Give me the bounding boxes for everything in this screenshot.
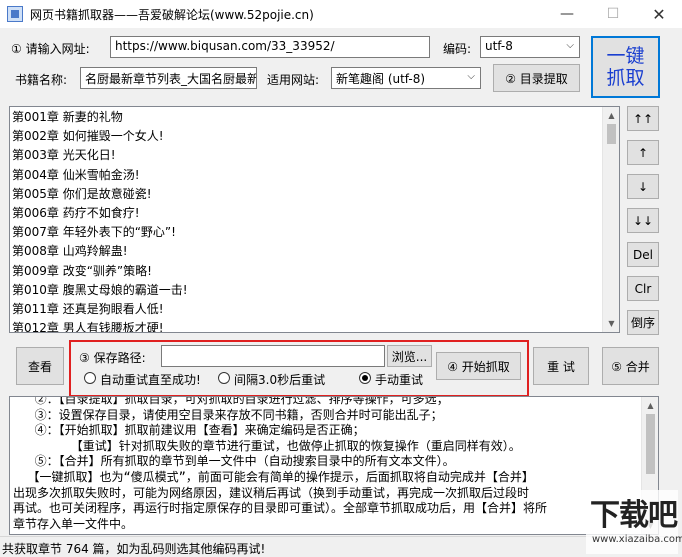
log-line: 【重试】针对抓取失败的章节进行重试，也做停止抓取的恢复操作（重启同样有效）。 (13, 438, 521, 453)
move-up-button[interactable]: ↑ (627, 140, 659, 165)
maximize-button[interactable]: ☐ (590, 0, 636, 28)
scroll-up-icon[interactable]: ▲ (642, 397, 658, 414)
window-title: 网页书籍抓取器——吾爱破解论坛(www.52pojie.cn) (30, 8, 314, 22)
view-button[interactable]: 查看 (16, 347, 64, 385)
list-item[interactable]: 第009章 改变“驯养”策略! (12, 262, 188, 281)
watermark-logo: 下载吧 (590, 498, 678, 533)
app-icon (7, 6, 23, 22)
list-item[interactable]: 第011章 还真是狗眼看人低! (12, 300, 188, 319)
close-button[interactable]: ✕ (636, 0, 682, 28)
list-item[interactable]: 第012章 男人有钱腰板才硬! (12, 319, 188, 332)
list-item[interactable]: 第005章 你们是故意碰瓷! (12, 185, 188, 204)
watermark-url: www.xiazaiba.com (592, 534, 682, 545)
grab-label-line1: 一键 (606, 45, 645, 67)
book-name-input[interactable]: 名厨最新章节列表_大国名厨最新 (80, 67, 257, 89)
site-label: 适用网站: (267, 73, 320, 87)
move-down-button[interactable]: ↓ (627, 174, 659, 199)
scroll-thumb[interactable] (607, 124, 616, 144)
log-line: ②：【目录提取】抓取目录，可对抓取的目录进行过滤、排序等操作，可多选； (13, 396, 449, 406)
radio-interval-retry[interactable] (218, 372, 230, 384)
title-bar: 网页书籍抓取器——吾爱破解论坛(www.52pojie.cn) — ☐ ✕ (0, 0, 682, 28)
log-line: 出现多次抓取失败时，可能为网络原因，建议稍后再试（换到手动重试，再完成一次抓取后… (13, 485, 530, 500)
start-grab-button[interactable]: ④ 开始抓取 (436, 352, 521, 380)
clear-button[interactable]: Clr (627, 276, 659, 301)
radio-interval-retry-label: 间隔3.0秒后重试 (234, 373, 326, 387)
chevron-down-icon: ⌵ (566, 40, 574, 51)
reverse-order-button[interactable]: 倒序 (627, 310, 659, 335)
list-item[interactable]: 第008章 山鸡羚解蛊! (12, 242, 188, 261)
chapter-items: 第001章 新妻的礼物 第002章 如何摧毁一个女人! 第003章 光天化日! 第00… (12, 108, 188, 332)
list-item[interactable]: 第004章 仙米雪帕金汤! (12, 166, 188, 185)
site-select[interactable]: 新笔趣阁 (utf-8) ⌵ (331, 67, 481, 89)
encoding-label: 编码: (443, 42, 472, 56)
scroll-up-icon[interactable]: ▲ (603, 107, 619, 124)
log-line: 再试。也可关闭程序，再运行时指定原保存的目录即可重试）。全部章节抓取成功后，用【… (13, 501, 548, 516)
log-line: 章节存入单一文件中。 (13, 516, 134, 531)
url-label: ① 请输入网址: (11, 42, 90, 56)
grab-label-line2: 抓取 (606, 67, 645, 89)
retry-button[interactable]: 重 试 (533, 347, 589, 385)
scroll-thumb[interactable] (646, 414, 655, 474)
log-line: 【一键抓取】也为“傻瓜模式”，前面可能会有简单的操作提示，后面抓取将自动完成并【… (13, 469, 534, 484)
encoding-value: utf-8 (485, 39, 513, 53)
save-path-label: ③ 保存路径: (79, 351, 146, 365)
chapter-list-scrollbar[interactable]: ▲ ▼ (602, 107, 619, 332)
move-top-button[interactable]: ↑↑ (627, 106, 659, 131)
list-item[interactable]: 第001章 新妻的礼物 (12, 108, 188, 127)
radio-manual-retry-label: 手动重试 (375, 373, 424, 387)
radio-manual-retry[interactable] (359, 372, 371, 384)
save-path-input[interactable] (161, 345, 385, 367)
chevron-down-icon: ⌵ (467, 71, 475, 82)
list-item[interactable]: 第010章 腹黑丈母娘的霸道一击! (12, 281, 188, 300)
list-item[interactable]: 第003章 光天化日! (12, 146, 188, 165)
log-line: ④：【开始抓取】抓取前建议用【查看】来确定编码是否正确； (13, 423, 365, 438)
minimize-button[interactable]: — (544, 0, 590, 28)
list-item[interactable]: 第007章 年轻外表下的“野心”! (12, 223, 188, 242)
site-value: 新笔趣阁 (utf-8) (336, 72, 426, 86)
status-bar: 共获取章节 764 篇，如为乱码则选其他编码再试! (0, 536, 682, 557)
encoding-select[interactable]: utf-8 ⌵ (480, 36, 580, 58)
log-line: ⑤：【合并】所有抓取的章节到单一文件中（自动搜索目录中的所有文本文件）。 (13, 454, 455, 469)
list-item[interactable]: 第002章 如何摧毁一个女人! (12, 127, 188, 146)
log-text: ②：【目录提取】抓取目录，可对抓取的目录进行过滤、排序等操作，可多选； ③：设置… (13, 396, 640, 534)
browse-button[interactable]: 浏览... (387, 345, 432, 367)
move-bottom-button[interactable]: ↓↓ (627, 208, 659, 233)
radio-auto-retry[interactable] (84, 372, 96, 384)
delete-button[interactable]: Del (627, 242, 659, 267)
status-text: 共获取章节 764 篇，如为乱码则选其他编码再试! (2, 542, 266, 556)
merge-button[interactable]: ⑤ 合并 (602, 347, 659, 385)
scroll-down-icon[interactable]: ▼ (603, 315, 619, 332)
list-item[interactable]: 第006章 药疗不如食疗! (12, 204, 188, 223)
one-click-grab-button[interactable]: 一键 抓取 (591, 36, 660, 98)
log-textarea[interactable]: ②：【目录提取】抓取目录，可对抓取的目录进行过滤、排序等操作，可多选； ③：设置… (9, 396, 659, 535)
book-name-label: 书籍名称: (15, 73, 68, 87)
radio-auto-retry-label: 自动重试直至成功! (100, 373, 201, 387)
url-input[interactable]: https://www.biqusan.com/33_33952/ (110, 36, 430, 58)
watermark: 下载吧 www.xiazaiba.com (586, 490, 682, 554)
toc-extract-button[interactable]: ② 目录提取 (493, 64, 580, 92)
chapter-list[interactable]: 第001章 新妻的礼物 第002章 如何摧毁一个女人! 第003章 光天化日! 第00… (9, 106, 620, 333)
log-line: ③：设置保存目录，请使用空目录来存放不同书籍，否则合并时可能出乱子； (13, 407, 443, 422)
